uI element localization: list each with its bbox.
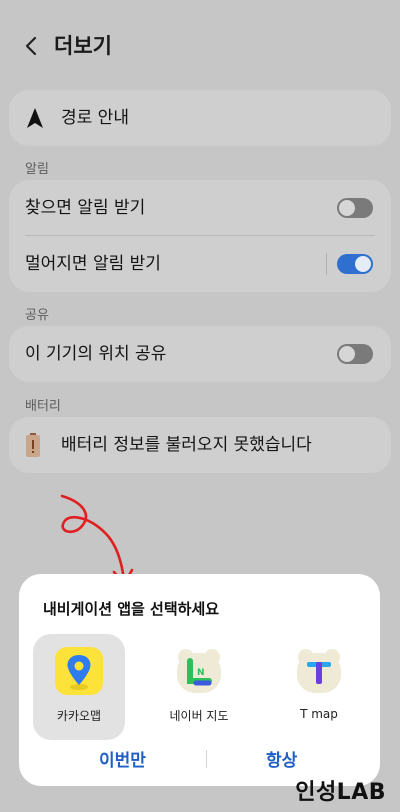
toggle-knob (339, 346, 355, 362)
section-label-share: 공유 (25, 308, 49, 323)
always-button[interactable]: 항상 (266, 746, 297, 771)
back-button[interactable] (18, 30, 46, 62)
sheet-title: 내비게이션 앱을 선택하세요 (43, 600, 220, 618)
alert-on-found-toggle[interactable] (337, 198, 373, 218)
kakaomap-icon (55, 647, 103, 695)
alert-on-away-row[interactable]: 멀어지면 알림 받기 (9, 236, 391, 292)
app-option-tmap[interactable]: T map (273, 634, 365, 740)
alert-on-away-toggle[interactable] (337, 254, 373, 274)
battery-message: 배터리 정보를 불러오지 못했습니다 (61, 435, 312, 455)
alerts-card: 찾으면 알림 받기 멀어지면 알림 받기 (9, 180, 391, 292)
battery-card: 배터리 정보를 불러오지 못했습니다 (9, 417, 391, 473)
just-once-button[interactable]: 이번만 (99, 746, 146, 771)
divider (326, 253, 327, 275)
app-label-tmap: T map (300, 707, 338, 721)
naver-map-icon: N (175, 647, 223, 695)
navigation-arrow-icon (23, 106, 47, 130)
alert-on-found-label: 찾으면 알림 받기 (25, 198, 146, 218)
tmap-icon (295, 647, 343, 695)
app-option-naver-map[interactable]: N 네이버 지도 (153, 634, 245, 740)
app-label-naver-map: 네이버 지도 (169, 709, 229, 723)
watermark-logo: 인성LAB (295, 780, 386, 805)
route-guidance-card[interactable]: 경로 안내 (9, 90, 391, 146)
chevron-left-icon (25, 36, 37, 56)
share-card: 이 기기의 위치 공유 (9, 326, 391, 382)
alert-on-away-label: 멀어지면 알림 받기 (25, 254, 161, 274)
svg-text:N: N (197, 668, 205, 678)
section-label-battery: 배터리 (25, 399, 61, 414)
app-option-kakaomap[interactable]: 카카오맵 (33, 634, 125, 740)
battery-warning-icon (26, 433, 40, 457)
route-guidance-label: 경로 안내 (61, 108, 129, 128)
share-location-row[interactable]: 이 기기의 위치 공유 (9, 326, 391, 382)
page-title: 더보기 (54, 34, 112, 58)
toggle-knob (355, 256, 371, 272)
divider (206, 750, 207, 768)
share-location-label: 이 기기의 위치 공유 (25, 344, 167, 364)
app-label-kakaomap: 카카오맵 (56, 709, 102, 723)
navigation-app-chooser-sheet: 내비게이션 앱을 선택하세요 카카오맵 N 네이버 지도 T map 이번만 항… (19, 574, 380, 786)
alert-on-found-row[interactable]: 찾으면 알림 받기 (9, 180, 391, 236)
top-bar: 더보기 (0, 0, 400, 90)
toggle-knob (339, 200, 355, 216)
share-location-toggle[interactable] (337, 344, 373, 364)
section-label-alerts: 알림 (25, 162, 49, 177)
